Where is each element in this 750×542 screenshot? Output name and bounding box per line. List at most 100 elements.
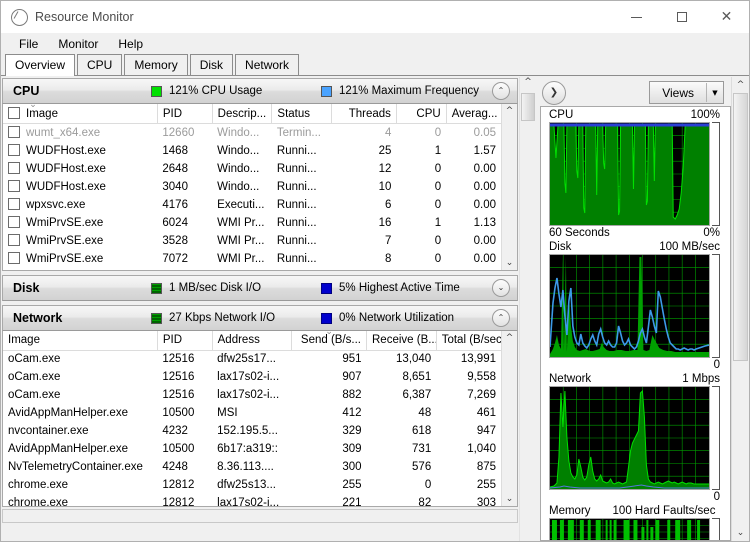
cell-threads: 16	[378, 216, 392, 229]
row-checkbox[interactable]	[8, 162, 20, 174]
chevron-down-icon[interactable]: ▼	[706, 83, 723, 102]
menu-help[interactable]: Help	[108, 35, 153, 53]
cpu-col-description[interactable]: Descrip...	[212, 104, 273, 124]
net-col-image[interactable]: Image	[3, 331, 158, 351]
scroll-thumb[interactable]	[521, 93, 535, 121]
net-col-receive[interactable]: Receive (B...	[366, 331, 437, 351]
table-row[interactable]: wumt_x64.exe 12660 Windo... Termin... 4 0 0.05	[3, 124, 501, 142]
scroll-up-icon[interactable]: ^	[506, 331, 514, 345]
table-row[interactable]: chrome.exe 12812 lax17s02-i... 221 82 303	[3, 494, 501, 506]
right-pane-scrollbar[interactable]: ^ ⌄	[731, 77, 749, 541]
cell-total: 7,269	[467, 389, 496, 401]
cpu-col-cpu[interactable]: CPU	[396, 104, 447, 124]
row-checkbox[interactable]	[8, 252, 20, 264]
table-row[interactable]: oCam.exe 12516 dfw25s17... 951 13,040 13,991	[3, 350, 501, 368]
network-collapse-chevron-icon[interactable]: ⌃	[492, 309, 510, 327]
table-row[interactable]: oCam.exe 12516 lax17s02-i... 882 6,387 7,269	[3, 386, 501, 404]
select-all-checkbox[interactable]	[8, 107, 20, 119]
row-checkbox[interactable]	[8, 126, 20, 139]
net-col-total[interactable]: Total (B/sec)	[436, 331, 501, 351]
cpu-col-status[interactable]: Status	[271, 104, 333, 124]
cell-send: 309	[342, 443, 362, 455]
row-checkbox[interactable]	[8, 234, 20, 246]
cpu-graph-timespan: 60 Seconds	[549, 227, 610, 239]
memory-graph	[549, 518, 710, 540]
net-col-pid[interactable]: PID	[157, 331, 213, 351]
tab-cpu[interactable]: CPU	[77, 54, 123, 75]
minimize-icon	[631, 16, 642, 18]
table-row[interactable]: chrome.exe 12812 dfw25s13... 255 0 255	[3, 476, 501, 494]
table-row[interactable]: WmiPrvSE.exe1112WMI Pr...Termin...600.00	[3, 268, 501, 271]
row-checkbox[interactable]	[8, 216, 20, 228]
cell-send: 907	[342, 371, 362, 383]
views-dropdown[interactable]: Views ▼	[649, 81, 724, 104]
minimize-button[interactable]	[614, 1, 659, 33]
row-checkbox[interactable]	[8, 198, 20, 210]
disk-section-header[interactable]: Disk 1 MB/sec Disk I/O 5% Highest Active…	[2, 275, 518, 301]
cell-average: 1.13	[473, 216, 496, 229]
cell-desc: WMI Pr...	[217, 216, 265, 229]
cell-receive: 618	[412, 425, 432, 437]
menu-file[interactable]: File	[9, 35, 48, 53]
cpu-table-scrollbar[interactable]: ^ ⌄	[501, 104, 517, 270]
network-table-scrollbar[interactable]: ^ ⌄	[501, 331, 517, 506]
scroll-up-icon[interactable]: ^	[737, 77, 745, 93]
net-col-address[interactable]: Address	[212, 331, 293, 351]
network-utilization-label: 0% Network Utilization	[339, 312, 455, 324]
tab-network[interactable]: Network	[235, 54, 300, 75]
cpu-table-scroll: ⌄ Image PID Descrip... Status Threads CPU…	[3, 104, 501, 270]
table-row[interactable]: WUDFHost.exe 3040 Windo... Runni... 10 0 0.00	[3, 178, 501, 196]
cell-pid: 3528	[162, 234, 188, 247]
scroll-down-icon[interactable]: ⌄	[737, 525, 745, 541]
cpu-col-average[interactable]: Averag...	[446, 104, 501, 124]
cpu-col-image[interactable]: ⌄ Image	[3, 104, 158, 124]
cpu-col-threads[interactable]: Threads	[331, 104, 397, 124]
cpu-col-pid[interactable]: PID	[157, 104, 213, 124]
network-table-header-row: Image PID Address ⌄ Send (B/s... Receive …	[3, 331, 501, 351]
table-row[interactable]: nvcontainer.exe 4232 152.195.5... 329 618 947	[3, 422, 501, 440]
table-row[interactable]: WmiPrvSE.exe 6024 WMI Pr... Runni... 16 1 1.13	[3, 214, 501, 232]
table-row[interactable]: WUDFHost.exe 2648 Windo... Runni... 12 0 0.00	[3, 160, 501, 178]
disk-expand-chevron-icon[interactable]: ⌄	[492, 279, 510, 297]
cell-total: 461	[476, 407, 496, 419]
cell-threads: 6	[332, 268, 397, 271]
tab-disk[interactable]: Disk	[189, 54, 234, 75]
collapse-panel-button[interactable]: ❯	[542, 80, 566, 105]
table-row[interactable]: oCam.exe 12516 lax17s02-i... 907 8,651 9,558	[3, 368, 501, 386]
cell-send: 329	[342, 425, 362, 437]
table-row[interactable]: AvidAppManHelper.exe 10500 MSI 412 48 461	[3, 404, 501, 422]
menu-monitor[interactable]: Monitor	[48, 35, 108, 53]
cpu-section-header[interactable]: CPU 121% CPU Usage 121% Maximum Frequenc…	[2, 78, 518, 104]
scroll-up-icon[interactable]: ^	[506, 104, 514, 118]
scroll-track[interactable]	[732, 93, 749, 525]
row-checkbox[interactable]	[8, 144, 20, 156]
table-row[interactable]: wpxsvc.exe 4176 Executi... Runni... 6 0 0.00	[3, 196, 501, 214]
left-pane-horizontal-scrollbar[interactable]	[2, 509, 518, 523]
left-pane-scrollbar[interactable]: ^	[519, 77, 536, 541]
cell-image-label: WmiPrvSE.exe	[26, 235, 104, 247]
scroll-down-icon[interactable]: ⌄	[506, 256, 514, 270]
table-row[interactable]: WmiPrvSE.exe 3528 WMI Pr... Runni... 7 0 0.00	[3, 232, 501, 250]
maximize-button[interactable]	[659, 1, 704, 33]
row-checkbox[interactable]	[8, 180, 20, 192]
network-section-title: Network	[13, 311, 63, 325]
cell-cpu: 0	[434, 162, 442, 175]
disk-io-metric: 1 MB/sec Disk I/O	[151, 282, 261, 294]
cell-average: 0.00	[473, 252, 496, 265]
scroll-thumb[interactable]	[733, 93, 748, 361]
table-row[interactable]: NvTelemetryContainer.exe 4248 8.36.113....…	[3, 458, 501, 476]
network-graph-labels: Network 1 Mbps	[549, 373, 720, 386]
scroll-up-icon[interactable]: ^	[520, 77, 536, 87]
tab-memory[interactable]: Memory	[124, 54, 188, 75]
net-col-send[interactable]: ⌄ Send (B/s...	[291, 331, 367, 351]
cpu-table-body: wumt_x64.exe 12660 Windo... Termin... 4 0 0.05…	[3, 124, 501, 271]
cell-receive: 6,387	[402, 389, 432, 401]
tab-overview[interactable]: Overview	[5, 54, 76, 76]
table-row[interactable]: AvidAppManHelper.exe 10500 6b17:a319:: 309 7…	[3, 440, 501, 458]
network-section-header[interactable]: Network 27 Kbps Network I/O 0% Network U…	[2, 305, 518, 331]
cpu-collapse-chevron-icon[interactable]: ⌃	[492, 82, 510, 100]
table-row[interactable]: WUDFHost.exe 1468 Windo... Runni... 25 1 1.57	[3, 142, 501, 160]
table-row[interactable]: WmiPrvSE.exe 7072 WMI Pr... Runni... 8 0 0.00	[3, 250, 501, 268]
scroll-down-icon[interactable]: ⌄	[506, 492, 514, 506]
close-button[interactable]: ✕	[704, 1, 749, 33]
